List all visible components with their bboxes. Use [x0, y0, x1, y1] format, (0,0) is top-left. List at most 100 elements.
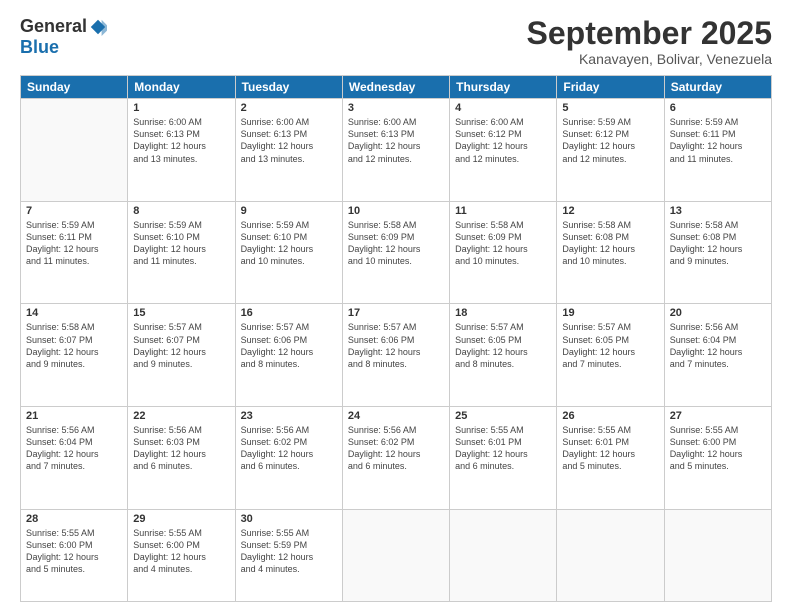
- day-info: Sunrise: 5:58 AMSunset: 6:09 PMDaylight:…: [348, 219, 444, 268]
- table-row: 22 Sunrise: 5:56 AMSunset: 6:03 PMDayligh…: [128, 407, 235, 510]
- day-number: 20: [670, 307, 766, 319]
- header: General Blue September 2025 Kanavayen, B…: [20, 16, 772, 67]
- table-row: 5Sunrise: 5:59 AMSunset: 6:12 PMDaylight…: [557, 99, 664, 202]
- table-row: 4Sunrise: 6:00 AMSunset: 6:12 PMDaylight…: [450, 99, 557, 202]
- table-row: 8 Sunrise: 5:59 AMSunset: 6:10 PMDaylight…: [128, 201, 235, 304]
- logo-blue: Blue: [20, 37, 59, 57]
- day-number: 28: [26, 513, 122, 525]
- table-row: 2 Sunrise: 6:00 AMSunset: 6:13 PMDaylight…: [235, 99, 342, 202]
- logo-icon: [89, 18, 107, 36]
- table-row: [557, 509, 664, 601]
- day-number: 15: [133, 307, 229, 319]
- day-number: 13: [670, 205, 766, 217]
- calendar-week-1: 7Sunrise: 5:59 AMSunset: 6:11 PMDaylight…: [21, 201, 772, 304]
- day-info: Sunrise: 5:55 AMSunset: 6:00 PMDaylight:…: [133, 527, 229, 576]
- calendar-week-0: 1 Sunrise: 6:00 AMSunset: 6:13 PMDaylight…: [21, 99, 772, 202]
- table-row: 3Sunrise: 6:00 AMSunset: 6:13 PMDaylight…: [342, 99, 449, 202]
- day-info: Sunrise: 5:59 AMSunset: 6:10 PMDaylight:…: [241, 219, 337, 268]
- table-row: 21 Sunrise: 5:56 AMSunset: 6:04 PMDayligh…: [21, 407, 128, 510]
- table-row: 18Sunrise: 5:57 AMSunset: 6:05 PMDayligh…: [450, 304, 557, 407]
- day-number: 2: [241, 102, 337, 114]
- day-info: Sunrise: 5:59 AMSunset: 6:10 PMDaylight:…: [133, 219, 229, 268]
- table-row: 28 Sunrise: 5:55 AMSunset: 6:00 PMDayligh…: [21, 509, 128, 601]
- day-info: Sunrise: 5:56 AMSunset: 6:02 PMDaylight:…: [241, 424, 337, 473]
- day-number: 30: [241, 513, 337, 525]
- day-number: 10: [348, 205, 444, 217]
- day-info: Sunrise: 6:00 AMSunset: 6:13 PMDaylight:…: [133, 116, 229, 165]
- table-row: 20 Sunrise: 5:56 AMSunset: 6:04 PMDayligh…: [664, 304, 771, 407]
- day-info: Sunrise: 5:56 AMSunset: 6:02 PMDaylight:…: [348, 424, 444, 473]
- day-info: Sunrise: 5:56 AMSunset: 6:03 PMDaylight:…: [133, 424, 229, 473]
- day-info: Sunrise: 5:57 AMSunset: 6:07 PMDaylight:…: [133, 321, 229, 370]
- header-row: Sunday Monday Tuesday Wednesday Thursday…: [21, 76, 772, 99]
- day-info: Sunrise: 5:56 AMSunset: 6:04 PMDaylight:…: [26, 424, 122, 473]
- table-row: 26Sunrise: 5:55 AMSunset: 6:01 PMDayligh…: [557, 407, 664, 510]
- day-info: Sunrise: 5:55 AMSunset: 6:00 PMDaylight:…: [26, 527, 122, 576]
- day-number: 16: [241, 307, 337, 319]
- col-thursday: Thursday: [450, 76, 557, 99]
- table-row: 7Sunrise: 5:59 AMSunset: 6:11 PMDaylight…: [21, 201, 128, 304]
- calendar: Sunday Monday Tuesday Wednesday Thursday…: [20, 75, 772, 602]
- day-info: Sunrise: 5:57 AMSunset: 6:06 PMDaylight:…: [241, 321, 337, 370]
- day-info: Sunrise: 5:58 AMSunset: 6:07 PMDaylight:…: [26, 321, 122, 370]
- day-info: Sunrise: 5:55 AMSunset: 6:01 PMDaylight:…: [455, 424, 551, 473]
- col-tuesday: Tuesday: [235, 76, 342, 99]
- day-number: 9: [241, 205, 337, 217]
- table-row: 25 Sunrise: 5:55 AMSunset: 6:01 PMDayligh…: [450, 407, 557, 510]
- day-info: Sunrise: 5:56 AMSunset: 6:04 PMDaylight:…: [670, 321, 766, 370]
- day-info: Sunrise: 5:55 AMSunset: 6:00 PMDaylight:…: [670, 424, 766, 473]
- location-subtitle: Kanavayen, Bolivar, Venezuela: [527, 51, 772, 67]
- day-number: 25: [455, 410, 551, 422]
- table-row: 10 Sunrise: 5:58 AMSunset: 6:09 PMDayligh…: [342, 201, 449, 304]
- table-row: [664, 509, 771, 601]
- col-friday: Friday: [557, 76, 664, 99]
- col-sunday: Sunday: [21, 76, 128, 99]
- logo-general: General: [20, 16, 87, 37]
- table-row: 19 Sunrise: 5:57 AMSunset: 6:05 PMDayligh…: [557, 304, 664, 407]
- day-number: 27: [670, 410, 766, 422]
- table-row: 29 Sunrise: 5:55 AMSunset: 6:00 PMDayligh…: [128, 509, 235, 601]
- table-row: 9 Sunrise: 5:59 AMSunset: 6:10 PMDaylight…: [235, 201, 342, 304]
- day-info: Sunrise: 5:55 AMSunset: 6:01 PMDaylight:…: [562, 424, 658, 473]
- day-info: Sunrise: 5:57 AMSunset: 6:06 PMDaylight:…: [348, 321, 444, 370]
- table-row: 30Sunrise: 5:55 AMSunset: 5:59 PMDayligh…: [235, 509, 342, 601]
- table-row: 24 Sunrise: 5:56 AMSunset: 6:02 PMDayligh…: [342, 407, 449, 510]
- day-info: Sunrise: 5:58 AMSunset: 6:09 PMDaylight:…: [455, 219, 551, 268]
- calendar-week-2: 14 Sunrise: 5:58 AMSunset: 6:07 PMDayligh…: [21, 304, 772, 407]
- table-row: 27 Sunrise: 5:55 AMSunset: 6:00 PMDayligh…: [664, 407, 771, 510]
- day-info: Sunrise: 5:58 AMSunset: 6:08 PMDaylight:…: [670, 219, 766, 268]
- table-row: 16 Sunrise: 5:57 AMSunset: 6:06 PMDayligh…: [235, 304, 342, 407]
- day-number: 29: [133, 513, 229, 525]
- logo: General Blue: [20, 16, 107, 58]
- day-info: Sunrise: 6:00 AMSunset: 6:13 PMDaylight:…: [241, 116, 337, 165]
- day-number: 23: [241, 410, 337, 422]
- day-number: 8: [133, 205, 229, 217]
- day-info: Sunrise: 5:57 AMSunset: 6:05 PMDaylight:…: [455, 321, 551, 370]
- calendar-week-3: 21 Sunrise: 5:56 AMSunset: 6:04 PMDayligh…: [21, 407, 772, 510]
- day-info: Sunrise: 5:58 AMSunset: 6:08 PMDaylight:…: [562, 219, 658, 268]
- col-monday: Monday: [128, 76, 235, 99]
- table-row: 11 Sunrise: 5:58 AMSunset: 6:09 PMDayligh…: [450, 201, 557, 304]
- month-title: September 2025: [527, 16, 772, 51]
- day-number: 11: [455, 205, 551, 217]
- table-row: [342, 509, 449, 601]
- table-row: [450, 509, 557, 601]
- day-number: 19: [562, 307, 658, 319]
- day-number: 14: [26, 307, 122, 319]
- table-row: 12 Sunrise: 5:58 AMSunset: 6:08 PMDayligh…: [557, 201, 664, 304]
- day-number: 24: [348, 410, 444, 422]
- table-row: 14 Sunrise: 5:58 AMSunset: 6:07 PMDayligh…: [21, 304, 128, 407]
- table-row: [21, 99, 128, 202]
- day-number: 22: [133, 410, 229, 422]
- col-saturday: Saturday: [664, 76, 771, 99]
- day-info: Sunrise: 5:59 AMSunset: 6:11 PMDaylight:…: [26, 219, 122, 268]
- day-number: 21: [26, 410, 122, 422]
- table-row: 6Sunrise: 5:59 AMSunset: 6:11 PMDaylight…: [664, 99, 771, 202]
- title-section: September 2025 Kanavayen, Bolivar, Venez…: [527, 16, 772, 67]
- day-number: 12: [562, 205, 658, 217]
- day-info: Sunrise: 6:00 AMSunset: 6:13 PMDaylight:…: [348, 116, 444, 165]
- table-row: 23 Sunrise: 5:56 AMSunset: 6:02 PMDayligh…: [235, 407, 342, 510]
- day-info: Sunrise: 5:57 AMSunset: 6:05 PMDaylight:…: [562, 321, 658, 370]
- day-number: 1: [133, 102, 229, 114]
- day-info: Sunrise: 5:59 AMSunset: 6:12 PMDaylight:…: [562, 116, 658, 165]
